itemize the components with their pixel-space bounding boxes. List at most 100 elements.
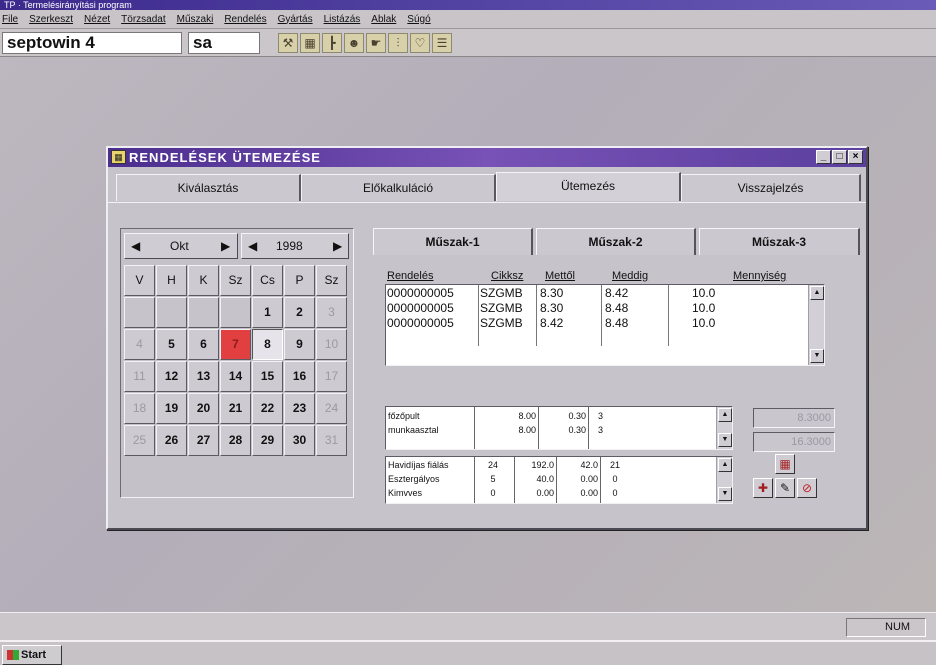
calendar-day[interactable]: 24	[316, 393, 347, 424]
menu-ablak[interactable]: Ablak	[371, 14, 396, 25]
hammer-icon[interactable]: ⚒	[278, 33, 298, 53]
calendar-day[interactable]: 10	[316, 329, 347, 360]
next-month-button[interactable]: ▶	[221, 234, 230, 258]
delete-icon[interactable]: ⊘	[797, 478, 817, 498]
menu-sugo[interactable]: Súgó	[407, 14, 430, 25]
calendar-day[interactable]: 7	[220, 329, 251, 360]
next-year-button[interactable]: ▶	[333, 234, 342, 258]
table-row[interactable]: Havidíjas fiálás 24 192.0 42.0 21	[386, 459, 716, 471]
calendar-day[interactable]: 28	[220, 425, 251, 456]
calendar-day[interactable]: 22	[252, 393, 283, 424]
minimize-button[interactable]: _	[816, 150, 831, 164]
add-icon[interactable]: ✚	[753, 478, 773, 498]
menu-nezet[interactable]: Nézet	[84, 14, 110, 25]
schedule-chart-icon[interactable]: ▦	[775, 454, 795, 474]
calendar-day[interactable]: 19	[156, 393, 187, 424]
scroll-up-icon[interactable]: ▲	[810, 286, 824, 300]
col-header-mennyiseg[interactable]: Mennyiség	[733, 270, 786, 282]
tab-kivalasztas[interactable]: Kiválasztás	[116, 174, 301, 201]
calendar-day[interactable]: 8	[252, 329, 283, 360]
end-time-field[interactable]: 16.3000	[753, 432, 835, 452]
table-row[interactable]: 0000000005 SZGMB 8.42 8.48 10.0	[386, 316, 806, 331]
calendar-day[interactable]: 16	[284, 361, 315, 392]
heart-icon[interactable]: ♡	[410, 33, 430, 53]
prev-month-button[interactable]: ◀	[131, 234, 140, 258]
tab-muszak-1[interactable]: Műszak-1	[373, 228, 533, 255]
workers-scrollbar[interactable]: ▲ ▼	[716, 457, 732, 503]
hand-icon[interactable]: ☛	[366, 33, 386, 53]
menu-rendeles[interactable]: Rendelés	[224, 14, 266, 25]
tab-elokalkulacio[interactable]: Előkalkuláció	[301, 174, 496, 201]
calendar-day[interactable]: 6	[188, 329, 219, 360]
menu-muszaki[interactable]: Műszaki	[177, 14, 214, 25]
table-row[interactable]: Esztergályos 5 40.0 0.00 0	[386, 473, 716, 485]
grid-icon[interactable]: ▦	[300, 33, 320, 53]
machines-table[interactable]: főzőpult 8.00 0.30 3 munkaasztal 8.00 0.30 3 ▲ …	[385, 406, 733, 450]
start-time-field[interactable]: 8.3000	[753, 408, 835, 428]
maximize-button[interactable]: □	[832, 150, 847, 164]
calendar-day[interactable]: 11	[124, 361, 155, 392]
menu-file[interactable]: File	[2, 14, 18, 25]
tab-muszak-2[interactable]: Műszak-2	[536, 228, 696, 255]
tab-utemezes[interactable]: Ütemezés	[496, 172, 681, 201]
calendar-day[interactable]: 21	[220, 393, 251, 424]
calendar-day[interactable]: 25	[124, 425, 155, 456]
calendar-day[interactable]: 1	[252, 297, 283, 328]
calendar-day[interactable]: 18	[124, 393, 155, 424]
start-button[interactable]: Start	[2, 645, 62, 665]
menu-gyartas[interactable]: Gyártás	[278, 14, 313, 25]
menu-torzsadat[interactable]: Törzsadat	[121, 14, 165, 25]
calendar-day[interactable]: 23	[284, 393, 315, 424]
scroll-down-icon[interactable]: ▼	[718, 433, 732, 447]
machines-scrollbar[interactable]: ▲ ▼	[716, 407, 732, 449]
calendar-day[interactable]: 2	[284, 297, 315, 328]
stack-icon[interactable]: ☰	[432, 33, 452, 53]
tree-icon[interactable]: ┣	[322, 33, 342, 53]
table-row[interactable]: főzőpult 8.00 0.30 3	[386, 410, 716, 422]
calendar-day[interactable]: 26	[156, 425, 187, 456]
prev-year-button[interactable]: ◀	[248, 234, 257, 258]
calendar-day[interactable]: 31	[316, 425, 347, 456]
table-row[interactable]: 0000000005 SZGMB 8.30 8.42 10.0	[386, 286, 806, 301]
calendar-day[interactable]: 3	[316, 297, 347, 328]
calendar-day[interactable]: 12	[156, 361, 187, 392]
table-row[interactable]: 0000000005 SZGMB 8.30 8.48 10.0	[386, 301, 806, 316]
col-header-meddig[interactable]: Meddig	[612, 270, 648, 282]
dialog-title-bar[interactable]: RENDELÉSEK ÜTEMEZÉSE	[108, 148, 866, 167]
scroll-up-icon[interactable]: ▲	[718, 458, 732, 472]
workers-table[interactable]: Havidíjas fiálás 24 192.0 42.0 21 Esztergályo…	[385, 456, 733, 504]
calendar-day[interactable]: 5	[156, 329, 187, 360]
scroll-down-icon[interactable]: ▼	[810, 349, 824, 363]
calendar-day[interactable]: 4	[124, 329, 155, 360]
user-field[interactable]: sa	[188, 32, 260, 54]
edit-icon[interactable]: ✎	[775, 478, 795, 498]
calendar-day[interactable]: 13	[188, 361, 219, 392]
tab-visszajelzes[interactable]: Visszajelzés	[681, 174, 861, 201]
col-header-cikksz[interactable]: Cikksz	[491, 270, 523, 282]
col-header-rendeles[interactable]: Rendelés	[387, 270, 433, 282]
graph-icon[interactable]: ⫶	[388, 33, 408, 53]
database-field[interactable]: septowin 4	[2, 32, 182, 54]
table-row[interactable]: Kimvves 0 0.00 0.00 0	[386, 487, 716, 499]
scroll-down-icon[interactable]: ▼	[718, 487, 732, 501]
calendar-day[interactable]: 29	[252, 425, 283, 456]
table-row[interactable]: munkaasztal 8.00 0.30 3	[386, 424, 716, 436]
col-header-mettol[interactable]: Mettől	[545, 270, 575, 282]
calendar-day[interactable]: 20	[188, 393, 219, 424]
calendar-day[interactable]: 15	[252, 361, 283, 392]
menu-szerkeszt[interactable]: Szerkeszt	[29, 14, 73, 25]
calendar-day[interactable]: 14	[220, 361, 251, 392]
menu-listazas[interactable]: Listázás	[324, 14, 361, 25]
users-icon[interactable]: ☻	[344, 33, 364, 53]
app-icon[interactable]: ▦	[111, 150, 126, 164]
close-button[interactable]: ×	[848, 150, 863, 164]
calendar-day[interactable]: 30	[284, 425, 315, 456]
scroll-up-icon[interactable]: ▲	[718, 408, 732, 422]
calendar-day[interactable]: 17	[316, 361, 347, 392]
tab-muszak-3[interactable]: Műszak-3	[699, 228, 860, 255]
orders-list[interactable]: 0000000005 SZGMB 8.30 8.42 10.0 0000000005 SZG…	[385, 284, 825, 366]
table-cell: 0.30	[568, 425, 586, 435]
calendar-day[interactable]: 9	[284, 329, 315, 360]
orders-scrollbar[interactable]: ▲ ▼	[808, 285, 824, 365]
calendar-day[interactable]: 27	[188, 425, 219, 456]
